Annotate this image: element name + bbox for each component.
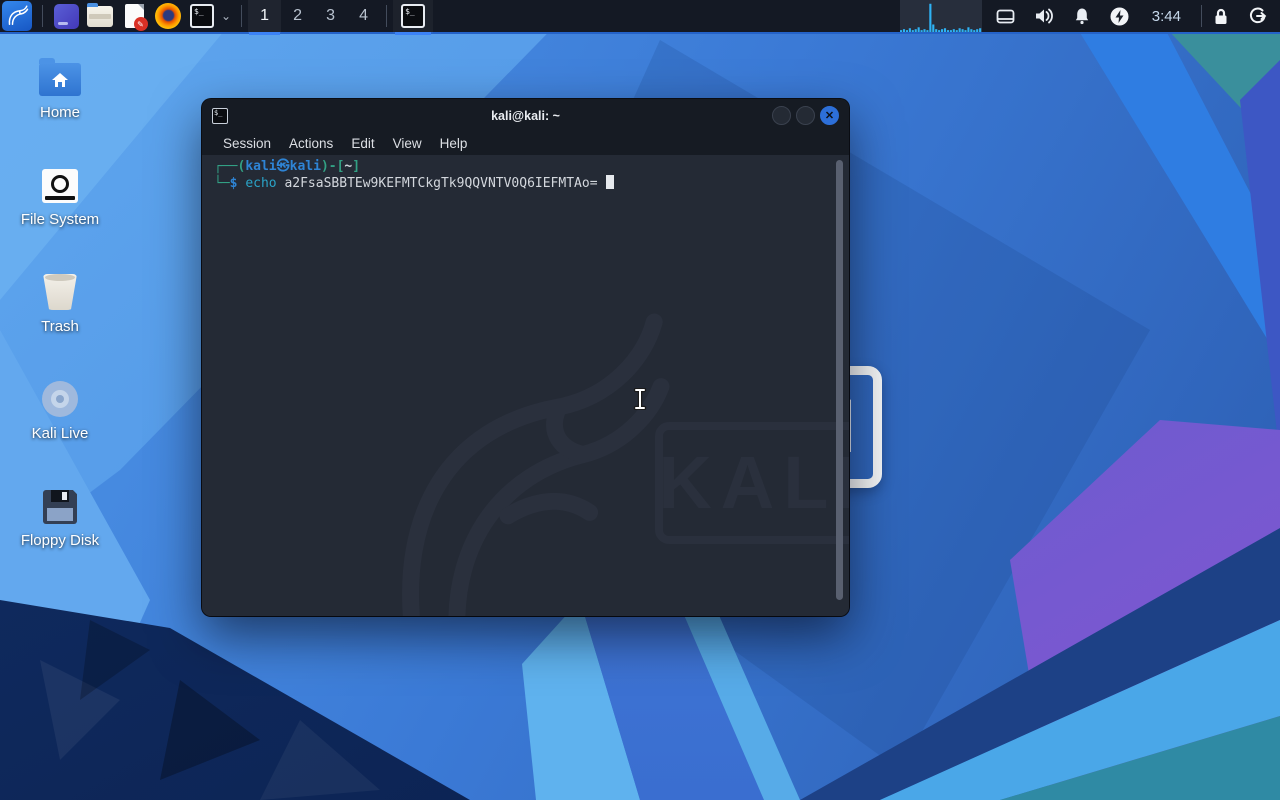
close-button[interactable]: ✕: [820, 106, 839, 125]
floppy-disk-icon: [43, 480, 77, 524]
launcher-file-manager[interactable]: [86, 1, 114, 31]
menu-edit[interactable]: Edit: [342, 134, 383, 153]
touchpad-icon[interactable]: [996, 8, 1015, 25]
panel-separator: [241, 5, 243, 27]
desktop-icon-home[interactable]: Home: [5, 52, 115, 121]
terminal-screen[interactable]: KALI ┌──(kali㉿kali)-[~] └─$ echo a2FsaSB…: [202, 155, 849, 616]
menu-session[interactable]: Session: [214, 134, 280, 153]
document-edit-icon: ✎: [124, 4, 148, 31]
panel-separator: [42, 5, 43, 27]
workspace-1[interactable]: 1: [248, 0, 282, 35]
desktop-icon-trash[interactable]: Trash: [5, 266, 115, 335]
ibeam-cursor: [633, 388, 647, 410]
menu-view[interactable]: View: [384, 134, 431, 153]
terminal-scrollbar[interactable]: [836, 160, 843, 600]
system-load-graph[interactable]: [899, 0, 982, 32]
desktop-icon-file-system[interactable]: File System: [5, 159, 115, 228]
workspace-switcher: 1 2 3 4: [248, 0, 380, 35]
launcher-firefox[interactable]: [154, 1, 182, 31]
panel-separator: [1201, 5, 1202, 27]
trash-icon: [43, 266, 77, 310]
terminal-icon: $_: [401, 4, 426, 28]
minimize-button[interactable]: [772, 106, 791, 125]
window-title: kali@kali: ~: [491, 108, 560, 123]
notifications-bell-icon[interactable]: [1073, 7, 1091, 25]
top-panel: ✎ $_ ⌄ 1 2 3 4 $_ 3:44: [0, 0, 1280, 35]
terminal-window: $_ kali@kali: ~ ✕ Session Actions Edit V…: [202, 99, 849, 616]
power-manager-icon[interactable]: [1110, 7, 1129, 26]
chevron-down-icon[interactable]: ⌄: [221, 9, 231, 23]
workspace-4[interactable]: 4: [347, 0, 380, 33]
terminal-menubar: Session Actions Edit View Help: [202, 132, 849, 155]
workspace-3[interactable]: 3: [314, 0, 347, 33]
terminal-output: ┌──(kali㉿kali)-[~] └─$ echo a2FsaSBBTEw9…: [214, 158, 615, 192]
maximize-button[interactable]: [796, 106, 815, 125]
panel-actions: [1212, 6, 1268, 26]
folder-icon: [87, 2, 113, 27]
kali-dragon-icon: [8, 5, 29, 25]
desktop-icon-floppy-disk[interactable]: Floppy Disk: [5, 480, 115, 549]
workspace-2[interactable]: 2: [281, 0, 314, 33]
clock[interactable]: 3:44: [1152, 8, 1181, 25]
launcher-text-editor[interactable]: ✎: [120, 1, 148, 31]
menu-actions[interactable]: Actions: [280, 134, 342, 153]
disc-icon: [42, 373, 78, 417]
taskbar-button-terminal[interactable]: $_: [393, 0, 434, 35]
panel-separator: [386, 5, 388, 27]
kali-desktop: KALI Home File System Trash Kali Live: [0, 0, 1280, 800]
drive-icon: [42, 159, 78, 203]
lock-screen-icon[interactable]: [1212, 7, 1230, 26]
window-app-icon: [53, 3, 79, 29]
applications-menu-button[interactable]: [2, 1, 32, 31]
firefox-icon: [155, 3, 181, 29]
home-folder-icon: [39, 52, 81, 96]
system-tray: 3:44: [996, 7, 1185, 26]
window-titlebar[interactable]: $_ kali@kali: ~ ✕: [202, 99, 849, 132]
logout-icon[interactable]: [1248, 6, 1268, 26]
desktop-icon-kali-live[interactable]: Kali Live: [5, 373, 115, 442]
menu-help[interactable]: Help: [431, 134, 477, 153]
kali-box-watermark: KALI: [655, 422, 849, 544]
terminal-icon: $_: [190, 4, 214, 28]
launcher-terminal[interactable]: $_: [188, 1, 216, 31]
volume-icon[interactable]: [1034, 7, 1054, 25]
terminal-cursor: [606, 175, 615, 189]
terminal-icon: $_: [212, 107, 228, 124]
launcher-app-window[interactable]: [52, 1, 80, 31]
